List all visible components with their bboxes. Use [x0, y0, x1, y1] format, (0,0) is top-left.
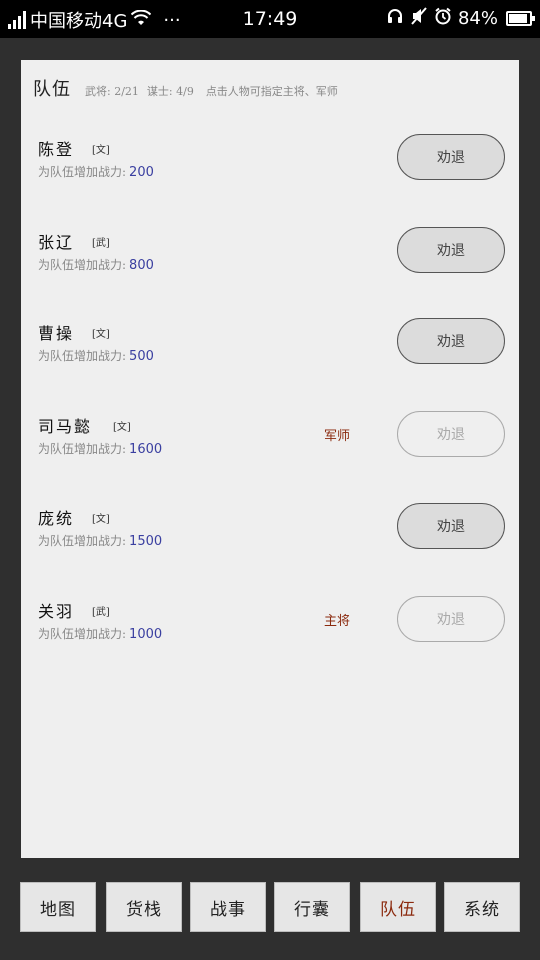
- mute-icon: [410, 7, 428, 29]
- power-label: 为队伍增加战力:: [38, 534, 127, 548]
- member-power: 1600: [129, 442, 163, 457]
- dismiss-button: 劝退: [397, 411, 505, 457]
- member-type: [武]: [92, 238, 110, 249]
- member-role-badge: 主将: [324, 614, 351, 629]
- member-row[interactable]: 陈登 [文] 为队伍增加战力: 200 劝退: [21, 134, 519, 216]
- member-power: 1500: [129, 534, 163, 549]
- member-power: 800: [129, 258, 154, 273]
- member-power: 500: [129, 349, 154, 364]
- panel-title: 队伍: [33, 79, 71, 100]
- status-bar: 中国移动4G ··· 17:49 84%: [0, 0, 540, 38]
- member-type: [武]: [92, 607, 110, 618]
- member-name: 司马懿: [38, 417, 93, 436]
- member-type: [文]: [92, 329, 110, 340]
- wifi-icon: [131, 9, 152, 30]
- member-power-line: 为队伍增加战力: 1500: [38, 532, 162, 549]
- nav-button-system[interactable]: 系统: [444, 882, 520, 932]
- advisors-count: 谋士: 4/9: [146, 85, 194, 98]
- power-label: 为队伍增加战力:: [38, 442, 127, 456]
- dismiss-button[interactable]: 劝退: [397, 318, 505, 364]
- power-label: 为队伍增加战力:: [38, 627, 127, 641]
- panel-hint: 点击人物可指定主将、军师: [205, 85, 338, 98]
- member-name: 陈登: [38, 140, 75, 159]
- nav-button-map[interactable]: 地图: [20, 882, 96, 932]
- power-label: 为队伍增加战力:: [38, 349, 127, 363]
- member-role-badge: 军师: [324, 429, 351, 444]
- dismiss-button[interactable]: 劝退: [397, 227, 505, 273]
- signal-icon: [8, 11, 26, 29]
- more-icon: ···: [163, 9, 181, 31]
- bottom-nav: 地图 货栈 战事 行囊 队伍 系统: [20, 882, 520, 932]
- nav-button-bag[interactable]: 行囊: [274, 882, 350, 932]
- dismiss-button[interactable]: 劝退: [397, 503, 505, 549]
- member-power-line: 为队伍增加战力: 200: [38, 163, 154, 180]
- dismiss-button: 劝退: [397, 596, 505, 642]
- nav-button-team[interactable]: 队伍: [360, 882, 436, 932]
- nav-button-shop[interactable]: 货栈: [106, 882, 182, 932]
- carrier-label: 中国移动4G: [30, 11, 128, 32]
- power-label: 为队伍增加战力:: [38, 165, 127, 179]
- member-power-line: 为队伍增加战力: 1000: [38, 625, 162, 642]
- member-name: 关羽: [38, 602, 75, 621]
- member-row[interactable]: 关羽 [武] 为队伍增加战力: 1000 主将 劝退: [21, 596, 519, 678]
- panel-header: 队伍 武将: 2/21 谋士: 4/9 点击人物可指定主将、军师: [33, 75, 338, 101]
- member-power-line: 为队伍增加战力: 1600: [38, 440, 162, 457]
- headset-icon: [386, 7, 404, 29]
- member-row[interactable]: 庞统 [文] 为队伍增加战力: 1500 劝退: [21, 503, 519, 585]
- alarm-icon: [434, 7, 452, 29]
- generals-count: 武将: 2/21: [85, 85, 139, 98]
- member-row[interactable]: 曹操 [文] 为队伍增加战力: 500 劝退: [21, 318, 519, 400]
- power-label: 为队伍增加战力:: [38, 258, 127, 272]
- member-row[interactable]: 张辽 [武] 为队伍增加战力: 800 劝退: [21, 227, 519, 309]
- member-name: 曹操: [38, 324, 75, 343]
- member-power: 1000: [129, 627, 163, 642]
- member-type: [文]: [92, 145, 110, 156]
- team-panel: 队伍 武将: 2/21 谋士: 4/9 点击人物可指定主将、军师 陈登 [文] 为队…: [21, 60, 519, 858]
- member-type: [文]: [113, 422, 131, 433]
- battery-percent: 84%: [457, 7, 498, 29]
- member-row[interactable]: 司马懿 [文] 为队伍增加战力: 1600 军师 劝退: [21, 411, 519, 493]
- member-name: 庞统: [38, 509, 75, 528]
- member-type: [文]: [92, 514, 110, 525]
- member-name: 张辽: [38, 233, 75, 252]
- member-power: 200: [129, 165, 154, 180]
- battery-icon: [506, 10, 535, 26]
- nav-button-battle[interactable]: 战事: [190, 882, 266, 932]
- member-power-line: 为队伍增加战力: 500: [38, 347, 154, 364]
- dismiss-button[interactable]: 劝退: [397, 134, 505, 180]
- member-power-line: 为队伍增加战力: 800: [38, 256, 154, 273]
